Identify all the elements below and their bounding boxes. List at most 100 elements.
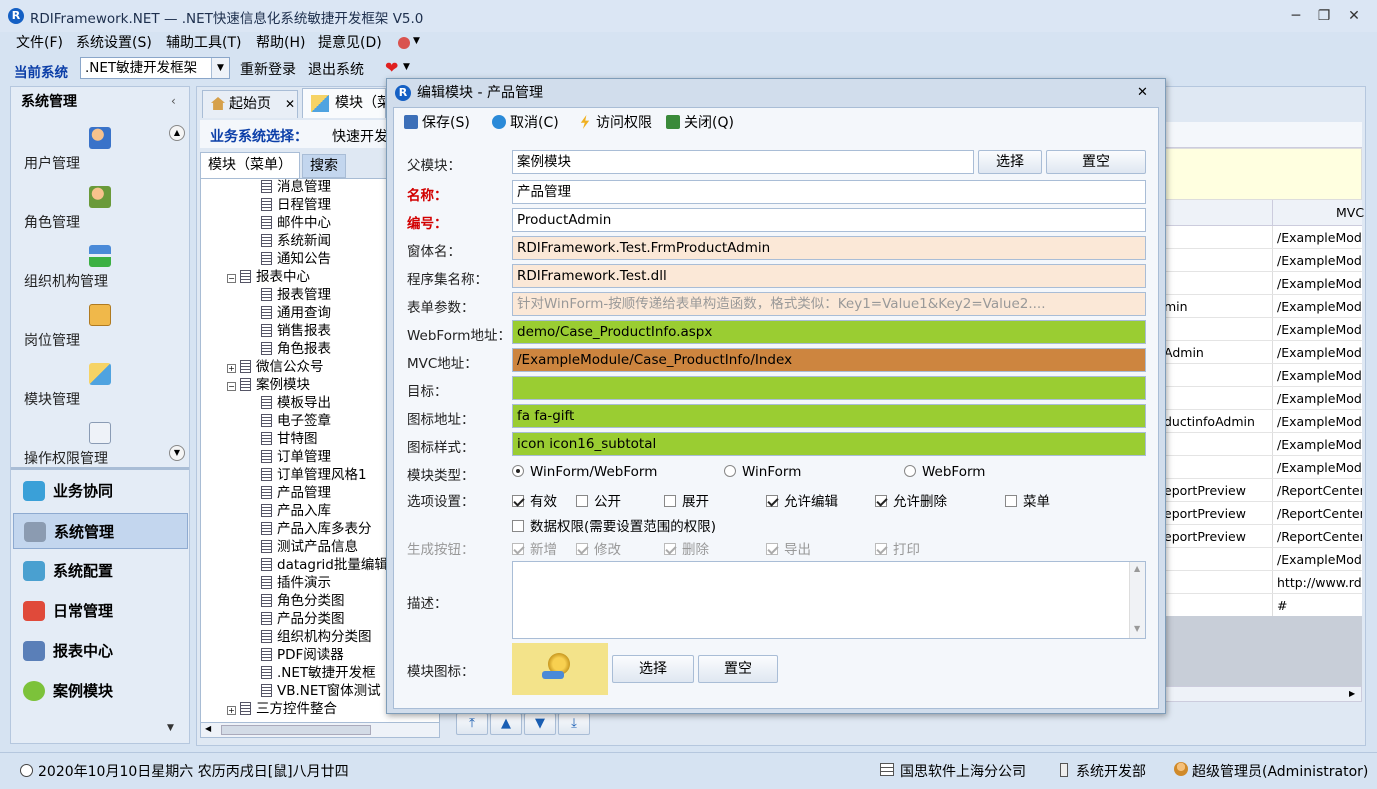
scroll-right-icon[interactable]: ▶ (1349, 689, 1355, 698)
sidebar-item-role-management[interactable]: 角色管理 (11, 180, 189, 238)
parent-select-button[interactable]: 选择 (978, 150, 1042, 174)
minimize-icon[interactable]: ─ (1284, 6, 1308, 26)
tree-item[interactable]: 销售报表 (261, 322, 331, 340)
tree-item[interactable]: + 三方控件整合 (227, 700, 337, 718)
table-row[interactable]: /ExampleModu (1160, 364, 1362, 387)
table-row[interactable]: min/ExampleModu (1160, 295, 1362, 318)
form-params-input[interactable]: 针对WinForm-按顺传递给表单构造函数，格式类似：Key1=Value1&K… (512, 292, 1146, 316)
nav-examples[interactable]: 案例模块 (13, 673, 188, 709)
icon-clear-button[interactable]: 置空 (698, 655, 778, 683)
tree-item[interactable]: 组织机构分类图 (261, 628, 372, 646)
logout-button[interactable]: 退出系统 (308, 59, 364, 79)
heart-dropdown-icon[interactable]: ▼ (403, 62, 410, 72)
assembly-input[interactable]: RDIFramework.Test.dll (512, 264, 1146, 288)
sidebar-item-user-management[interactable]: 用户管理 (11, 121, 189, 179)
relogin-button[interactable]: 重新登录 (240, 59, 296, 79)
nav-system-management[interactable]: 系统管理 (13, 513, 188, 549)
icon-style-input[interactable]: icon icon16_subtotal (512, 432, 1146, 456)
close-dialog-button[interactable]: 关闭(Q) (666, 112, 734, 134)
tree-item[interactable]: + 微信公众号 (227, 358, 324, 376)
tree-item[interactable]: 产品分类图 (261, 610, 345, 628)
scroll-down-icon[interactable]: ▼ (169, 445, 185, 461)
radio-webform[interactable]: WebForm (904, 464, 985, 480)
tree-item[interactable]: 日程管理 (261, 196, 331, 214)
cancel-button[interactable]: 取消(C) (492, 112, 559, 134)
tree-item[interactable]: 模板导出 (261, 394, 331, 412)
plugin-dropdown-icon[interactable]: ▼ (413, 36, 420, 46)
target-input[interactable] (512, 376, 1146, 400)
maximize-icon[interactable]: ❐ (1312, 6, 1336, 26)
business-system-value[interactable]: 快速开发 (332, 126, 388, 146)
nav-daily[interactable]: 日常管理 (13, 593, 188, 629)
table-row[interactable]: /ExampleModu (1160, 272, 1362, 295)
option-expand-checkbox[interactable]: 展开 (664, 490, 709, 510)
collapse-icon[interactable]: ‹ (171, 94, 176, 108)
tree-item[interactable]: 产品入库 (261, 502, 331, 520)
save-button[interactable]: 保存(S) (404, 112, 470, 134)
table-row[interactable]: /ExampleModu (1160, 318, 1362, 341)
tree-item[interactable]: − 报表中心 (227, 268, 310, 286)
tree-item[interactable]: 产品管理 (261, 484, 331, 502)
icon-url-input[interactable]: fa fa-gift (512, 404, 1146, 428)
form-name-input[interactable]: RDIFramework.Test.FrmProductAdmin (512, 236, 1146, 260)
option-menu-checkbox[interactable]: 菜单 (1005, 490, 1050, 510)
tree-item[interactable]: datagrid批量编辑 (261, 556, 388, 574)
collapse-icon[interactable]: − (227, 274, 236, 283)
move-bottom-button[interactable]: ⤓ (558, 713, 590, 735)
scroll-left-icon[interactable]: ◀ (205, 724, 211, 733)
move-down-button[interactable]: ▼ (524, 713, 556, 735)
menu-file[interactable]: 文件(F) (10, 32, 69, 56)
current-system-select[interactable]: .NET敏捷开发框架 ▼ (80, 57, 230, 79)
tree-item[interactable]: .NET敏捷开发框 (261, 664, 376, 682)
tree-item[interactable]: 系统新闻 (261, 232, 331, 250)
table-row[interactable]: /ExampleModu (1160, 548, 1362, 571)
tree-item[interactable]: 插件演示 (261, 574, 331, 592)
tree-hscrollbar[interactable]: ◀ (200, 722, 440, 738)
tab-module[interactable]: 模块（菜 (302, 88, 386, 118)
option-public-checkbox[interactable]: 公开 (576, 490, 621, 510)
nav-business[interactable]: 业务协同 (13, 473, 188, 509)
tree-item[interactable]: 订单管理 (261, 448, 331, 466)
nav-system-config[interactable]: 系统配置 (13, 553, 188, 589)
chevron-down-icon[interactable]: ▼ (211, 58, 229, 78)
dialog-close-icon[interactable]: ✕ (1137, 79, 1148, 107)
option-enabled-checkbox[interactable]: 有效 (512, 490, 557, 510)
mvc-url-input[interactable]: /ExampleModule/Case_ProductInfo/Index (512, 348, 1146, 372)
move-top-button[interactable]: ⤒ (456, 713, 488, 735)
table-row[interactable]: /ExampleModu (1160, 387, 1362, 410)
table-row[interactable]: /ExampleModu (1160, 226, 1362, 249)
menu-system-settings[interactable]: 系统设置(S) (70, 32, 158, 56)
table-row[interactable]: eportPreview/ReportCenter/ (1160, 479, 1362, 502)
radio-winform-webform[interactable]: WinForm/WebForm (512, 464, 657, 480)
tree-item[interactable]: 订单管理风格1 (261, 466, 367, 484)
textarea-scroll-down-icon[interactable]: ▼ (1134, 624, 1140, 633)
heart-icon[interactable]: ❤ (385, 58, 398, 77)
tree-item[interactable]: 消息管理 (261, 179, 331, 196)
sidebar-item-org-management[interactable]: 组织机构管理 (11, 239, 189, 297)
description-textarea[interactable]: ▲ ▼ (512, 561, 1146, 639)
table-row[interactable]: eportPreview/ReportCenter/ (1160, 525, 1362, 548)
name-input[interactable]: 产品管理 (512, 180, 1146, 204)
tree-item[interactable]: − 案例模块 (227, 376, 310, 394)
close-icon[interactable]: ✕ (1342, 6, 1366, 26)
tree-item[interactable]: 电子签章 (261, 412, 331, 430)
option-allow-edit-checkbox[interactable]: 允许编辑 (766, 490, 838, 510)
code-input[interactable]: ProductAdmin (512, 208, 1146, 232)
textarea-scroll-up-icon[interactable]: ▲ (1134, 564, 1140, 573)
sidebar-item-module-management[interactable]: 模块管理 (11, 357, 189, 415)
menu-feedback[interactable]: 提意见(D) (312, 32, 388, 56)
table-row[interactable]: /ExampleModu (1160, 433, 1362, 456)
scroll-thumb[interactable] (221, 725, 371, 735)
move-up-button[interactable]: ▲ (490, 713, 522, 735)
table-row[interactable]: /ExampleModu (1160, 249, 1362, 272)
sidebar-item-permission-management[interactable]: 操作权限管理 (11, 416, 189, 474)
tree-item[interactable]: 报表管理 (261, 286, 331, 304)
nav-more-icon[interactable]: ▼ (167, 723, 174, 733)
sidebar-item-post-management[interactable]: 岗位管理 (11, 298, 189, 356)
tree-item[interactable]: 产品入库多表分 (261, 520, 372, 538)
textarea-scrollbar[interactable]: ▲ ▼ (1129, 562, 1145, 638)
tree-item[interactable]: 通用查询 (261, 304, 331, 322)
data-permission-checkbox[interactable]: 数据权限(需要设置范围的权限) (512, 515, 716, 535)
parent-module-input[interactable]: 案例模块 (512, 150, 974, 174)
tree-item[interactable]: 测试产品信息 (261, 538, 358, 556)
